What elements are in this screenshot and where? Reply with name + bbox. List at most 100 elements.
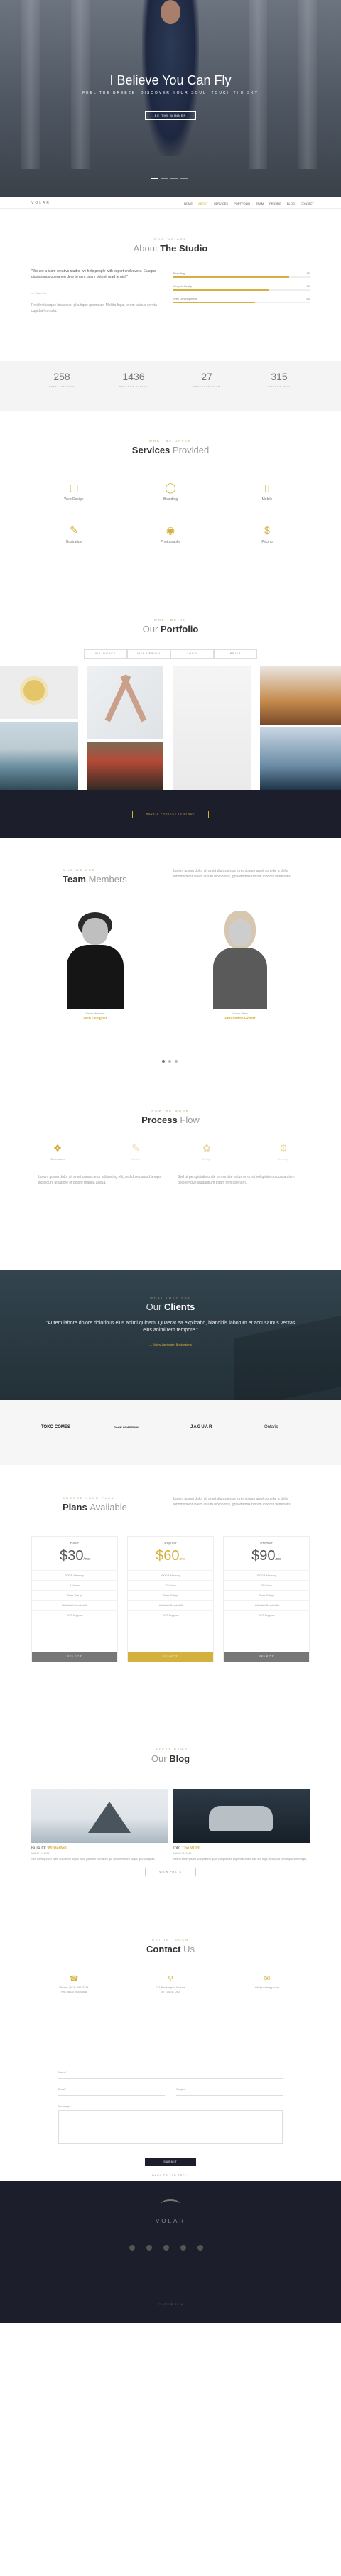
portfolio-thumb[interactable] (0, 666, 78, 719)
plan-feature: Free Setup (128, 1590, 213, 1600)
about-quote: "We are a team creative studio. we help … (31, 269, 156, 279)
member-photo (213, 948, 267, 1009)
counter-number: 258 (53, 371, 70, 382)
view-posts-button[interactable]: VIEW POSTS (145, 1868, 196, 1876)
portfolio-thumb[interactable] (260, 727, 341, 790)
nav-item-pricing[interactable]: PRICING (269, 202, 281, 205)
behance-icon[interactable] (197, 2245, 203, 2251)
brain-icon: ❖ (53, 1142, 63, 1154)
about-signature: — Volar Inc. (31, 291, 47, 295)
plan-feature: Free Setup (32, 1590, 117, 1600)
message-textarea[interactable] (58, 2110, 283, 2144)
service-item[interactable]: ✎ Illustration (31, 524, 117, 544)
project-cta-button[interactable]: HAVE A PROJECT IN MIND? (132, 811, 209, 818)
client-logo[interactable]: JAGUAR (190, 1425, 212, 1429)
plan-price-value: $60 (156, 1548, 180, 1564)
post-title-bold: Winterfell (47, 1846, 67, 1851)
service-label: Photography (160, 540, 181, 544)
portfolio-thumb[interactable] (87, 666, 163, 739)
nav-item-blog[interactable]: BLOG (287, 202, 295, 205)
slider-dots (151, 178, 188, 179)
dribbble-icon[interactable] (180, 2245, 186, 2251)
select-plan-button[interactable]: SELECT (224, 1652, 309, 1662)
service-item[interactable]: ▢ Web Design (31, 482, 117, 502)
about-section: VOLAR HOME ABOUT SERVICES PORTFOLIO TEAM… (0, 197, 341, 361)
back-to-top-link[interactable]: BACK TO THE TOP ˄ (0, 2174, 341, 2177)
email-field[interactable]: Email* (58, 2087, 165, 2096)
client-logo[interactable]: RAGE GRASSMAN (114, 1425, 139, 1429)
blog-post-card[interactable]: Into The Wild MARCH 1, 2016 Nemo enim ip… (173, 1789, 310, 1861)
client-logo[interactable]: TOKO COMES (41, 1425, 70, 1429)
service-item[interactable]: ▯ Mobile (224, 482, 310, 502)
pager-dot[interactable] (162, 1060, 165, 1063)
counter: 315 AWARDS WON (247, 371, 311, 388)
service-label: Illustration (65, 540, 82, 544)
nav-logo[interactable]: VOLAR (31, 201, 50, 205)
nav-item-services[interactable]: SERVICES (214, 202, 228, 205)
gear-icon: ⚙ (278, 1142, 288, 1154)
client-logo[interactable]: Ontario (264, 1425, 278, 1429)
select-plan-button[interactable]: SELECT (128, 1652, 213, 1662)
hero-cta-button[interactable]: BE THE WINNER (145, 111, 196, 120)
service-item[interactable]: $ Pricing (224, 524, 310, 544)
slider-dot[interactable] (161, 178, 168, 179)
process-step[interactable]: ⚙ Develop (259, 1142, 308, 1161)
team-member-card[interactable]: Grace Starn Photoshop Expert (206, 909, 274, 1021)
nav-item-home[interactable]: HOME (184, 202, 193, 205)
filter-print[interactable]: PRINT (214, 649, 257, 659)
plan-name: Premier (260, 1542, 273, 1546)
submit-button[interactable]: SUBMIT (145, 2158, 196, 2166)
skill-bar: Branding 85 (173, 271, 310, 278)
process-title: Process Flow (0, 1115, 341, 1125)
service-item[interactable]: ◯ Branding (128, 482, 213, 502)
plan-features: 50GB Memory 5 Users Free Setup Unlimited… (32, 1570, 117, 1620)
contact-info-item: ☎ Phone: (812) 555-3214 Fax: (818) 365-68… (31, 1975, 117, 1994)
counter-label: HAPPY CLIENTS (48, 385, 75, 388)
select-plan-button[interactable]: SELECT (32, 1652, 117, 1662)
skill-value: 70 (306, 284, 310, 288)
mobile-icon: ▯ (264, 482, 270, 493)
nav-item-contact[interactable]: CONTACT (301, 202, 314, 205)
portfolio-title-bold: Portfolio (160, 624, 199, 634)
nav-item-team[interactable]: TEAM (256, 202, 264, 205)
nav-item-about[interactable]: ABOUT (198, 202, 208, 205)
counter-number: 27 (201, 371, 212, 382)
process-step[interactable]: ❖ Brainstorm (33, 1142, 82, 1161)
name-field[interactable]: Name* (58, 2070, 283, 2079)
contact-title-light: Us (183, 1944, 195, 1954)
portfolio-thumb[interactable] (87, 742, 163, 790)
instagram-icon[interactable] (163, 2245, 169, 2251)
step-label: Brainstorm (50, 1157, 65, 1161)
portfolio-thumb[interactable] (260, 666, 341, 725)
team-section: WHO WE ARE Team Members Lorem ipsum dolo… (0, 838, 341, 1083)
counters-section: 258 HAPPY CLIENTS 1436 DOLLARS RAISED 27 PR… (0, 361, 341, 411)
subject-field[interactable]: Subject (176, 2087, 283, 2096)
contact-info-text[interactable]: info@volarapp.com (224, 1986, 310, 1990)
plan-feature: Free Setup (224, 1590, 309, 1600)
blog-post-card[interactable]: Bura Of Winterfell MARCH 4, 2016 Sed nam… (31, 1789, 168, 1861)
filter-web-design[interactable]: WEB DESIGN (127, 649, 170, 659)
footer-logo[interactable]: VOLAR (0, 2218, 341, 2224)
pager-dot[interactable] (168, 1060, 171, 1063)
process-step[interactable]: ✿ Design (182, 1142, 232, 1161)
filter-all[interactable]: ALL WORKS (84, 649, 127, 659)
slider-dot[interactable] (170, 178, 178, 179)
pricing-title-bold: Plans (63, 1502, 87, 1512)
portfolio-thumb[interactable] (173, 666, 251, 790)
nav-item-portfolio[interactable]: PORTFOLIO (234, 202, 250, 205)
counter-label: DOLLARS RAISED (119, 385, 148, 388)
process-step[interactable]: ✎ Sketch (111, 1142, 161, 1161)
plan-feature: 5 Users (32, 1580, 117, 1590)
slider-dot[interactable] (151, 178, 158, 179)
clients-title: Our Clients (0, 1301, 341, 1312)
twitter-icon[interactable] (146, 2245, 152, 2251)
portfolio-thumb[interactable] (0, 722, 78, 790)
team-member-card[interactable]: Derek Hummel Web Designer (61, 909, 129, 1021)
skill-fill (173, 289, 269, 291)
slider-dot[interactable] (180, 178, 188, 179)
service-item[interactable]: ◉ Photography (128, 524, 213, 544)
filter-logo[interactable]: LOGO (170, 649, 214, 659)
facebook-icon[interactable] (129, 2245, 135, 2251)
hero-subtitle: FEEL THE BREEZE, DISCOVER YOUR SOUL, TOU… (82, 91, 259, 95)
pager-dot[interactable] (175, 1060, 178, 1063)
